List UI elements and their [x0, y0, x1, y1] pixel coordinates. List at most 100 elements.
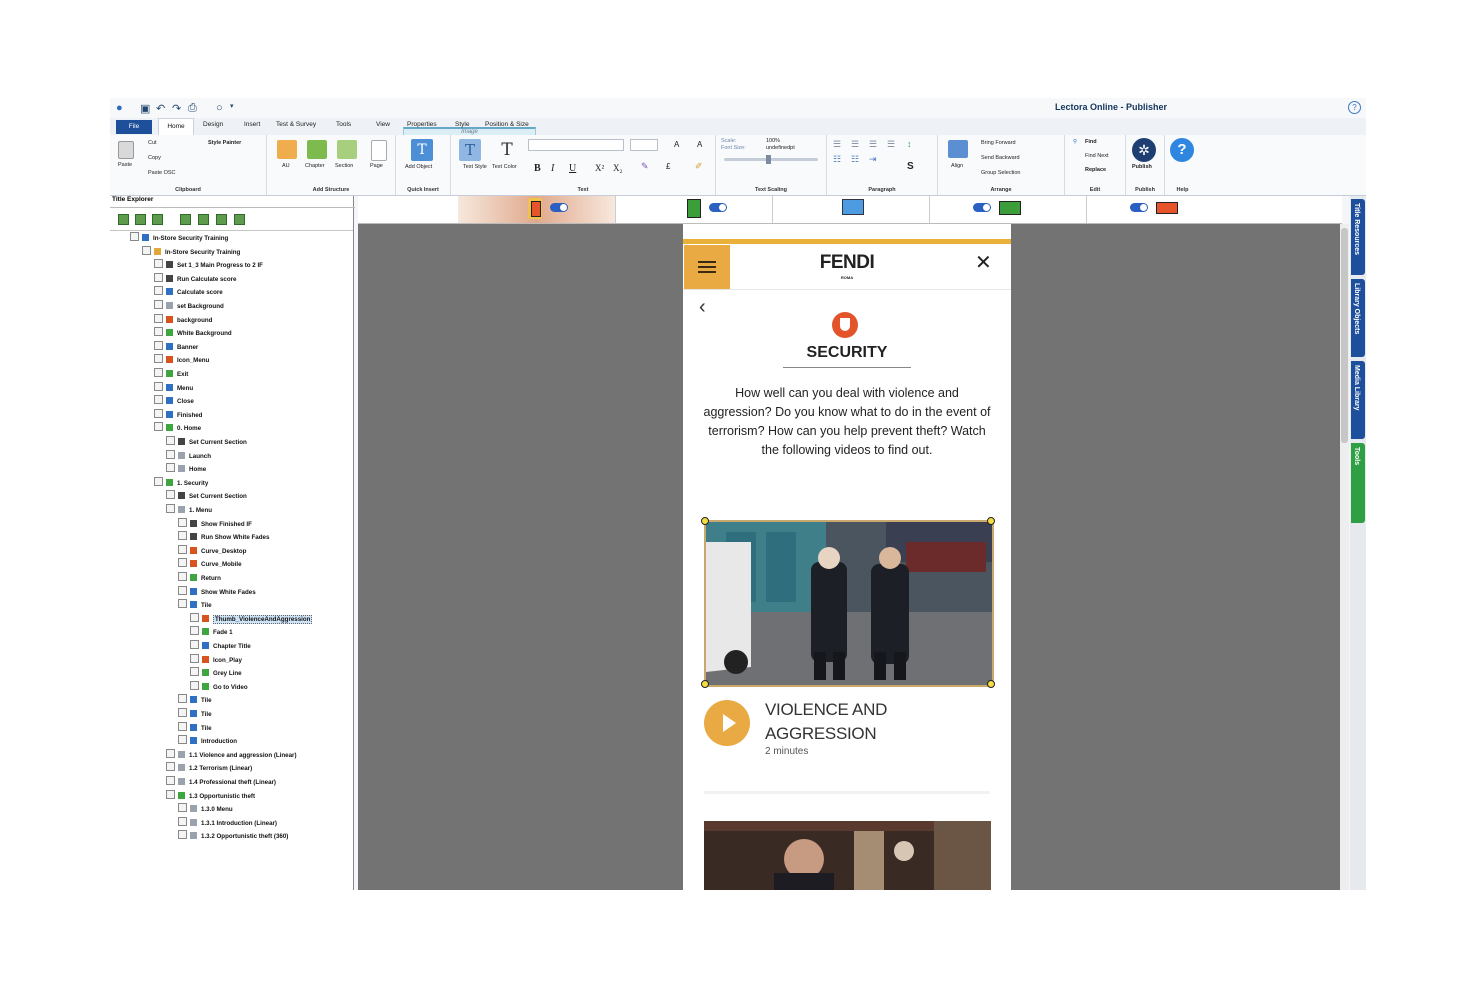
tree-expander-icon[interactable] [154, 313, 163, 323]
tree-expander-icon[interactable] [154, 395, 163, 405]
indent-icon[interactable]: ⇥ [869, 154, 877, 165]
tablet-portrait-toggle[interactable] [709, 203, 727, 212]
tree-expander-icon[interactable] [154, 340, 163, 350]
play-icon[interactable] [704, 700, 750, 746]
tree-node[interactable]: 1.3.0 Menu [178, 803, 233, 815]
special-symbol-icon[interactable]: S [907, 161, 914, 172]
tree-expander-icon[interactable] [190, 680, 199, 690]
device-segment-phone-landscape[interactable] [1086, 196, 1243, 223]
replace-button[interactable]: Replace [1085, 167, 1106, 173]
expand-icon[interactable] [152, 214, 163, 225]
canvas-scrollbar-thumb[interactable] [1341, 228, 1348, 443]
tree-node[interactable]: Launch [166, 449, 211, 462]
text-color-button[interactable]: Text Color [492, 164, 517, 170]
tree-expander-icon[interactable] [154, 259, 163, 269]
device-segment-tablet-portrait[interactable] [615, 196, 773, 223]
font-size-select[interactable] [630, 139, 658, 151]
tree-node[interactable]: Tile [178, 694, 212, 706]
section-icon[interactable] [337, 140, 357, 159]
tree-expander-icon[interactable] [154, 476, 163, 486]
tree-node[interactable]: Show White Fades [178, 585, 256, 598]
resize-handle-bottom-right[interactable] [987, 680, 995, 688]
tree-expander-icon[interactable] [190, 640, 199, 649]
tree-expander-icon[interactable] [154, 408, 163, 418]
filter-icon[interactable] [234, 214, 245, 225]
tree-node[interactable]: Tile [178, 599, 212, 611]
tree-node[interactable]: Curve_Desktop [178, 544, 246, 557]
tree-node[interactable]: Tile [178, 708, 212, 720]
print-icon[interactable]: ⎙ [188, 102, 197, 115]
help-question-icon[interactable]: ? [1170, 138, 1194, 162]
tree-expander-icon[interactable] [154, 368, 163, 377]
tree-expander-icon[interactable] [178, 735, 187, 745]
phone-portrait-icon[interactable] [528, 198, 542, 219]
tree-node[interactable]: Calculate score [154, 286, 223, 298]
line-spacing-icon[interactable]: ↕ [907, 139, 912, 149]
undo-icon[interactable]: ↶ [156, 102, 165, 115]
tree-node[interactable]: Close [154, 395, 194, 407]
tree-node[interactable]: Grey Line [190, 667, 242, 679]
save-icon[interactable]: ▣ [140, 102, 150, 115]
desktop-icon[interactable] [842, 199, 864, 215]
tree-node[interactable]: Icon_Play [190, 653, 242, 666]
tree-expander-icon[interactable] [190, 626, 199, 636]
tree-expander-icon[interactable] [190, 653, 199, 663]
bring-forward-button[interactable]: Bring Forward [981, 140, 1016, 146]
grow-font-icon[interactable]: A [674, 140, 679, 149]
tablet-landscape-icon[interactable] [999, 201, 1021, 215]
redo-icon[interactable]: ↷ [172, 102, 181, 115]
align-icon[interactable] [948, 140, 968, 158]
side-tab-library-objects[interactable]: Library Objects [1351, 279, 1365, 357]
chapter-icon[interactable] [307, 140, 327, 159]
tree-node[interactable]: set Background [154, 300, 224, 312]
tree-expander-icon[interactable] [166, 463, 175, 473]
text-scale-slider-thumb[interactable] [766, 155, 771, 164]
expand-all-icon[interactable] [118, 214, 129, 225]
page-icon[interactable] [371, 140, 387, 161]
tab-view[interactable]: View [376, 121, 390, 128]
tree-expander-icon[interactable] [178, 517, 187, 527]
tree-node[interactable]: Show Finished IF [178, 517, 252, 530]
find-button[interactable]: Find [1085, 139, 1097, 145]
tree-node[interactable]: Chapter Title [190, 640, 251, 652]
highlight-icon[interactable]: ✎ [641, 161, 649, 172]
tree-node[interactable]: Set Current Section [166, 490, 247, 502]
tree-node[interactable]: Home [166, 463, 206, 475]
tree-node[interactable]: In-Store Security Training [130, 232, 228, 244]
move-down-icon[interactable] [198, 214, 209, 225]
font-family-select[interactable] [528, 139, 624, 151]
tablet-portrait-icon[interactable] [687, 199, 701, 218]
sync-icon[interactable] [216, 214, 227, 225]
back-chevron-icon[interactable]: ‹ [699, 296, 706, 319]
collapse-all-icon[interactable] [135, 214, 146, 225]
chapter-button[interactable]: Chapter [305, 163, 325, 169]
tree-expander-icon[interactable] [154, 381, 163, 391]
side-tab-media-library[interactable]: Media Library [1351, 361, 1365, 439]
tree-node[interactable]: Banner [154, 340, 198, 353]
add-object-button[interactable]: Add Object [405, 164, 432, 170]
bullets-icon[interactable]: ☷ [833, 154, 841, 165]
tree-expander-icon[interactable] [154, 272, 163, 282]
tablet-landscape-toggle[interactable] [973, 203, 991, 212]
phone-portrait-toggle[interactable] [550, 203, 568, 212]
add-object-icon[interactable]: T [411, 139, 433, 161]
tree-node[interactable]: Run Calculate score [154, 272, 237, 285]
tree-expander-icon[interactable] [178, 803, 187, 813]
side-tab-tools[interactable]: Tools [1351, 443, 1365, 523]
tree-expander-icon[interactable] [178, 721, 187, 731]
tree-expander-icon[interactable] [190, 612, 199, 622]
tree-node[interactable]: Exit [154, 368, 188, 380]
tab-design[interactable]: Design [203, 121, 223, 128]
format-painter-icon[interactable]: ✐ [695, 161, 703, 172]
align-center-icon[interactable]: ☰ [851, 139, 859, 150]
tree-node[interactable]: Run Show White Fades [178, 531, 269, 543]
tree-expander-icon[interactable] [178, 558, 187, 568]
tree-expander-icon[interactable] [154, 354, 163, 364]
help-icon[interactable]: ? [1348, 101, 1361, 114]
tree-expander-icon[interactable] [190, 667, 199, 677]
tree-expander-icon[interactable] [166, 789, 175, 799]
customize-toolbar-chevron-icon[interactable]: ▾ [230, 102, 234, 110]
shrink-font-icon[interactable]: A [697, 140, 702, 149]
tree-node[interactable]: Finished [154, 408, 202, 421]
tree-node[interactable]: Fade 1 [190, 626, 233, 638]
